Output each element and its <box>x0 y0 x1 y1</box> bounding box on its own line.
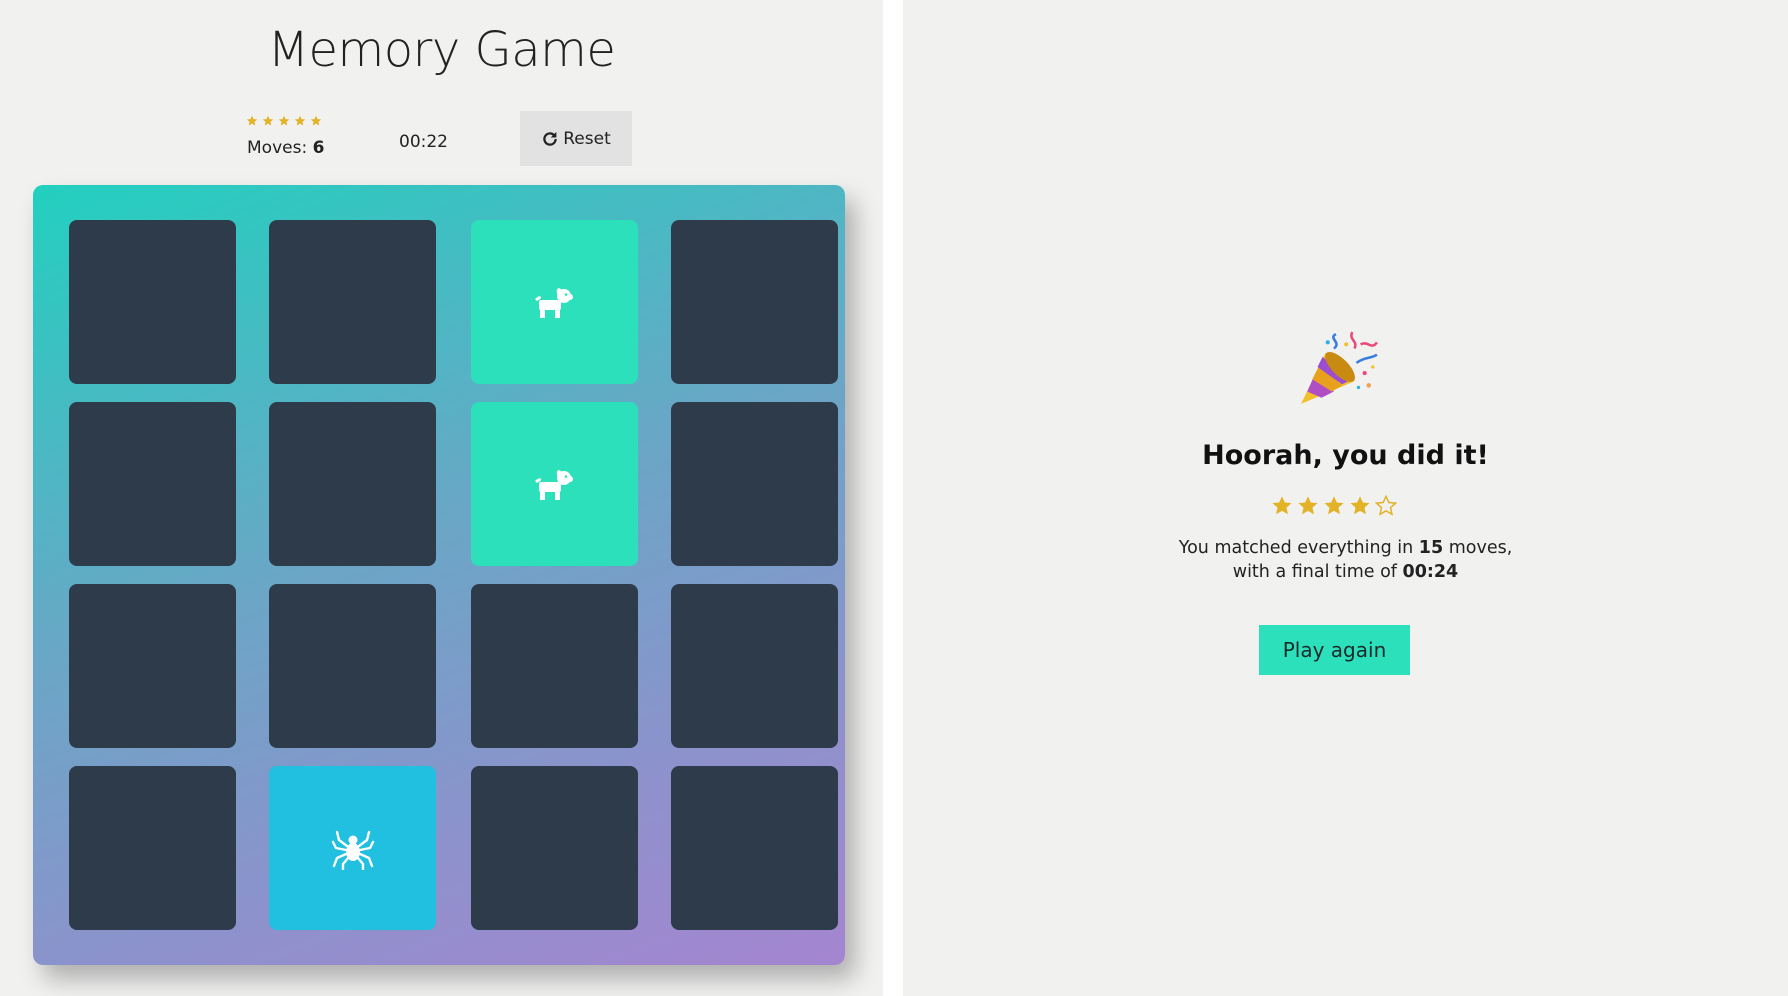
rating-stars <box>246 115 322 127</box>
card[interactable] <box>69 766 236 930</box>
star-outline-icon <box>1375 495 1397 516</box>
card[interactable] <box>69 402 236 566</box>
result-summary: You matched everything in 15 moves, with… <box>903 536 1788 584</box>
final-rating-stars <box>1271 495 1397 517</box>
card[interactable] <box>471 584 638 748</box>
card[interactable] <box>69 584 236 748</box>
card-deck <box>33 185 845 965</box>
star-icon <box>1298 496 1318 515</box>
dog-icon <box>534 470 573 500</box>
page-title: Memory Game <box>267 22 616 78</box>
card[interactable] <box>671 584 838 748</box>
moves-value: 6 <box>312 138 325 158</box>
card[interactable] <box>671 402 838 566</box>
star-icon <box>1350 496 1370 515</box>
card[interactable] <box>671 766 838 930</box>
dog-icon <box>534 288 573 318</box>
star-icon <box>246 115 258 126</box>
card[interactable] <box>269 584 436 748</box>
final-moves: 15 <box>1418 538 1444 558</box>
refresh-icon <box>543 131 557 146</box>
card[interactable] <box>269 402 436 566</box>
star-icon <box>1324 496 1344 515</box>
card[interactable] <box>269 220 436 384</box>
star-icon <box>310 115 322 126</box>
card[interactable] <box>471 220 638 384</box>
result-text-middle: moves, <box>1443 538 1513 558</box>
result-text-line2: with a final time of <box>1232 562 1403 582</box>
card[interactable] <box>269 766 436 930</box>
modal-title: Hoorah, you did it! <box>1202 440 1489 471</box>
star-icon <box>1272 496 1292 515</box>
card[interactable] <box>471 402 638 566</box>
congratulations-modal: Hoorah, you did it! You matched everythi… <box>903 0 1788 996</box>
reset-button[interactable]: Reset <box>520 111 632 166</box>
party-popper-icon <box>1301 331 1378 404</box>
divider <box>883 0 903 996</box>
star-icon <box>262 115 274 126</box>
spider-icon <box>331 830 374 870</box>
reset-label: Reset <box>563 128 611 149</box>
star-icon <box>278 115 290 126</box>
card[interactable] <box>69 220 236 384</box>
card[interactable] <box>671 220 838 384</box>
result-text-prefix: You matched everything in <box>1178 538 1419 558</box>
game-panel: Memory Game Moves: 6 00:22 Reset <box>0 0 883 996</box>
play-again-button[interactable]: Play again <box>1259 625 1410 675</box>
timer: 00:22 <box>399 132 448 152</box>
final-time: 00:24 <box>1402 562 1459 582</box>
moves-label: Moves: <box>247 138 313 158</box>
star-icon <box>294 115 306 126</box>
moves-counter: Moves: 6 <box>247 138 324 158</box>
card[interactable] <box>471 766 638 930</box>
score-panel: Moves: 6 00:22 Reset <box>0 110 883 170</box>
